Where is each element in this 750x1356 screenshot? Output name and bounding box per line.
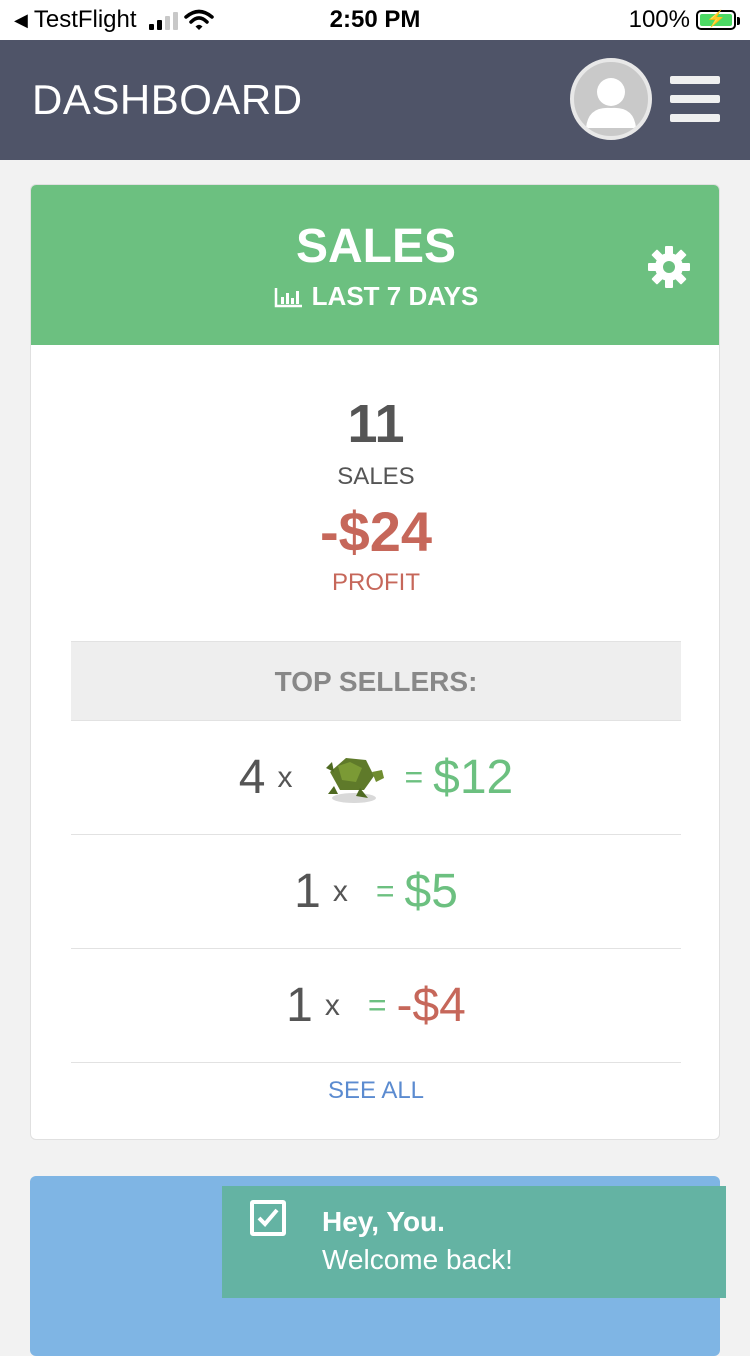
top-sellers-heading: TOP SELLERS: — [71, 641, 681, 721]
sales-card-header: SALES LAST 7 DAYS — [31, 185, 719, 345]
battery-status: 100% ⚡ — [628, 6, 740, 34]
seller-amount: -$4 — [396, 979, 466, 1032]
sales-card: SALES LAST 7 DAYS 11 SALES -$24 PROFIT T… — [30, 184, 720, 1140]
seller-qty: 1 — [294, 865, 321, 918]
seller-qty: 1 — [286, 979, 313, 1032]
checkbox-check-icon — [250, 1200, 286, 1236]
seller-equals: = — [375, 873, 395, 909]
seller-row[interactable]: 1 x = -$4 — [71, 949, 681, 1063]
gear-icon[interactable] — [647, 245, 691, 289]
page-title: DASHBOARD — [32, 76, 303, 123]
bar-chart-icon — [274, 287, 302, 307]
status-bar: ◀ TestFlight 2:50 PM 100% ⚡ — [0, 0, 750, 40]
seller-qty: 4 — [238, 751, 266, 804]
sales-card-title: SALES — [295, 220, 457, 273]
battery-percent: 100% — [628, 6, 690, 33]
turtle-product-image — [326, 757, 385, 803]
seller-row[interactable]: 1 x = $5 — [71, 835, 681, 949]
seller-amount: $5 — [404, 865, 458, 918]
period-selector[interactable]: LAST 7 DAYS — [31, 281, 719, 312]
toast-title: Hey, You. — [322, 1206, 445, 1237]
app-header: DASHBOARD — [0, 40, 750, 160]
seller-equals: = — [404, 759, 424, 795]
seller-row[interactable]: 4 x = $12 — [71, 721, 681, 835]
user-avatar-icon[interactable] — [570, 58, 652, 140]
seller-times: x — [324, 988, 340, 1022]
seller-equals: = — [367, 987, 387, 1023]
hamburger-menu-icon[interactable] — [670, 76, 722, 122]
seller-times: x — [277, 760, 293, 794]
charging-bolt-icon: ⚡ — [706, 11, 726, 28]
seller-amount: $12 — [433, 751, 514, 804]
profit-value: -$24 — [319, 500, 433, 563]
period-label: LAST 7 DAYS — [311, 281, 479, 311]
battery-icon: ⚡ — [696, 10, 740, 30]
welcome-toast[interactable]: Hey, You. Welcome back! — [222, 1186, 726, 1298]
seller-times: x — [332, 874, 348, 908]
profit-label: PROFIT — [332, 569, 420, 596]
see-all-link[interactable]: SEE ALL — [31, 1077, 719, 1105]
sales-label: SALES — [337, 463, 415, 490]
toast-message: Welcome back! — [322, 1244, 513, 1275]
sales-count: 11 — [347, 394, 405, 454]
